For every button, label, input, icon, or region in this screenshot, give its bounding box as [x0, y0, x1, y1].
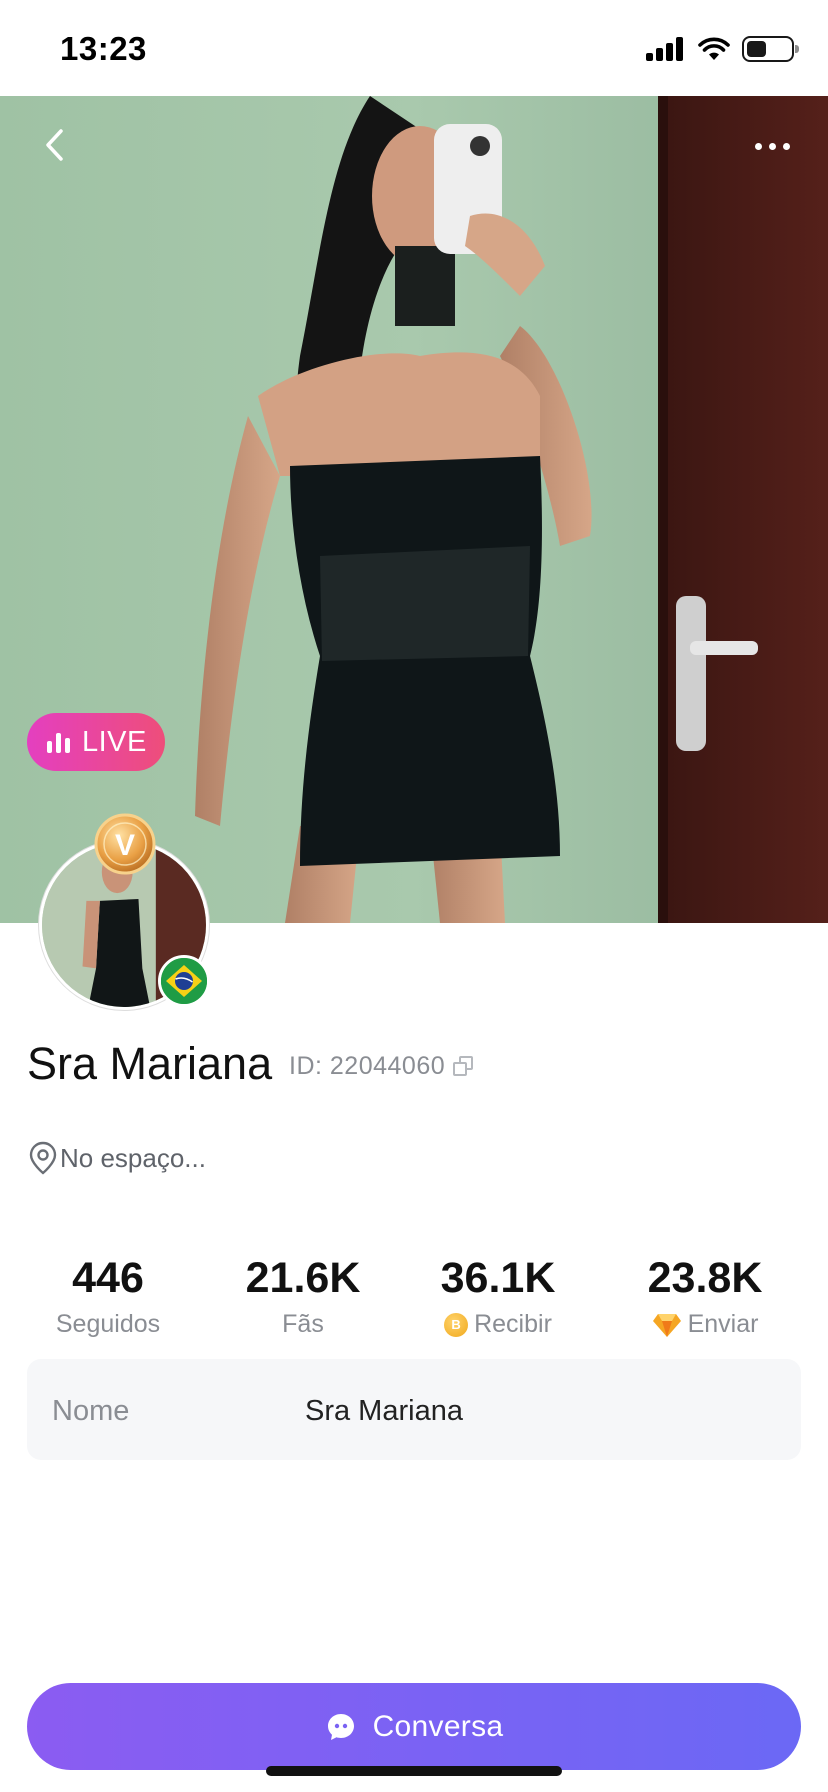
- more-options-button[interactable]: [744, 126, 800, 166]
- diamond-icon: [652, 1313, 681, 1337]
- live-badge[interactable]: LIVE: [27, 713, 165, 771]
- stat-sent[interactable]: 23.8K Enviar: [615, 1252, 795, 1339]
- stat-following[interactable]: 446 Seguidos: [18, 1252, 198, 1339]
- copy-icon[interactable]: [453, 1055, 475, 1078]
- more-horizontal-icon: [754, 142, 762, 150]
- chat-button[interactable]: Conversa: [27, 1683, 801, 1770]
- profile-cover-photo: LIVE: [0, 96, 828, 923]
- stat-fans[interactable]: 21.6K Fãs: [213, 1252, 393, 1339]
- info-key: Nome: [52, 1395, 130, 1427]
- stats-row: 446 Seguidos 21.6K Fãs 36.1K B Recibir 2…: [0, 1252, 828, 1352]
- profile-id[interactable]: ID: 22044060: [289, 1052, 475, 1081]
- info-value: Sra Mariana: [305, 1395, 463, 1427]
- chevron-left-icon: [46, 129, 63, 161]
- chat-button-label: Conversa: [372, 1709, 504, 1743]
- wifi-icon: [698, 37, 730, 60]
- brazil-flag-icon: [158, 955, 210, 1007]
- vip-badge-letter: V: [115, 829, 135, 862]
- stat-received[interactable]: 36.1K B Recibir: [408, 1252, 588, 1339]
- stat-value: 23.8K: [647, 1254, 763, 1302]
- live-label: LIVE: [82, 725, 147, 758]
- info-card-name: Nome Sra Mariana: [27, 1359, 801, 1460]
- status-time: 13:23: [60, 30, 147, 67]
- live-bars-icon: [47, 731, 70, 753]
- back-button[interactable]: [30, 120, 80, 170]
- stat-label: Recibir: [474, 1310, 552, 1338]
- coin-icon: B: [444, 1312, 469, 1337]
- stat-value: 36.1K: [440, 1254, 556, 1302]
- cellular-signal-icon: [646, 37, 686, 61]
- stat-value: 446: [72, 1254, 144, 1302]
- profile-id-text: ID: 22044060: [289, 1052, 446, 1080]
- stat-value: 21.6K: [245, 1254, 361, 1302]
- profile-name: Sra Mariana: [27, 1038, 273, 1089]
- stat-label: Fãs: [282, 1310, 324, 1338]
- stat-label: Seguidos: [55, 1310, 161, 1338]
- battery-icon: [742, 36, 799, 62]
- cover-photo-image: [0, 96, 828, 923]
- location-text: No espaço...: [60, 1142, 206, 1173]
- stat-label: Enviar: [687, 1310, 759, 1338]
- vip-badge-icon: V: [94, 813, 156, 875]
- location-pin-icon: [29, 1141, 57, 1175]
- home-indicator: [266, 1766, 562, 1776]
- status-icons: [646, 34, 799, 64]
- status-bar: 13:23: [0, 0, 828, 96]
- chat-bubble-icon: [327, 1713, 354, 1740]
- location-row: No espaço...: [28, 1141, 206, 1175]
